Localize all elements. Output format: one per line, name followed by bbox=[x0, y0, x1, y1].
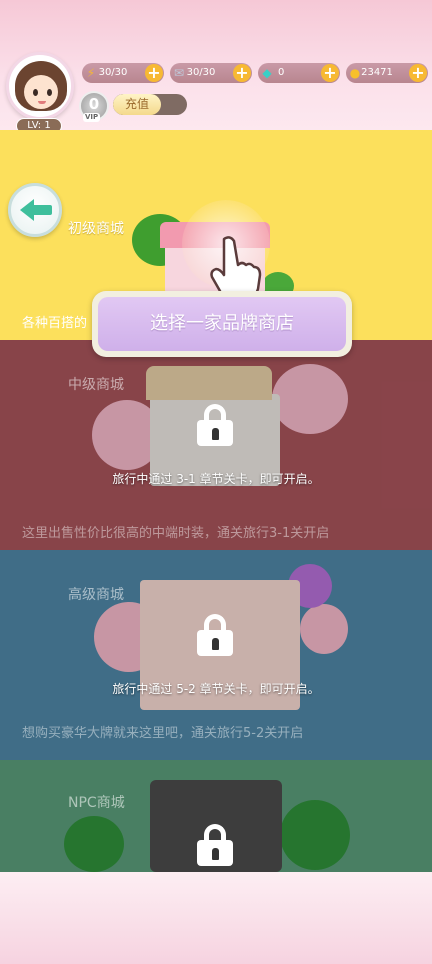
shop-title: 初级商城 bbox=[68, 221, 124, 237]
diamond-counter: ◆ 0 + bbox=[258, 63, 340, 83]
add-ticket-button[interactable]: + bbox=[233, 64, 251, 82]
recharge-label: 充值 bbox=[113, 94, 161, 115]
back-button[interactable] bbox=[8, 183, 62, 237]
lock-icon bbox=[197, 614, 233, 656]
select-brand-shop-label: 选择一家品牌商店 bbox=[98, 297, 346, 351]
shop-panel-npc[interactable]: NPC商城 bbox=[0, 760, 432, 872]
shop-title: 中级商城 bbox=[68, 377, 124, 393]
select-brand-shop-button[interactable]: 选择一家品牌商店 bbox=[92, 291, 352, 357]
lock-icon bbox=[197, 404, 233, 446]
avatar-eye-right bbox=[47, 89, 52, 96]
avatar-eye-left bbox=[33, 89, 38, 96]
shop-title: NPC商城 bbox=[68, 795, 125, 811]
ticket-counter: ✉ 30/30 + bbox=[170, 63, 252, 83]
shop-description: 想购买豪华大牌就来这里吧，通关旅行5-2关开启 bbox=[22, 726, 304, 741]
diamond-icon: ◆ bbox=[262, 66, 272, 80]
vip-level: 0 bbox=[88, 95, 100, 113]
bottom-decoration bbox=[0, 872, 432, 964]
gold-value: 23471 bbox=[361, 67, 393, 78]
recharge-button[interactable]: 充值 bbox=[113, 94, 187, 115]
unlock-hint: 旅行中通过 5-2 章节关卡，即可开启。 bbox=[112, 682, 320, 696]
shop-description: 这里出售性价比很高的中端时装，通关旅行3-1关开启 bbox=[22, 526, 330, 541]
shop-description: 各种百搭的 bbox=[22, 316, 88, 331]
lock-icon bbox=[197, 824, 233, 866]
add-gold-button[interactable]: + bbox=[409, 64, 427, 82]
diamond-value: 0 bbox=[278, 67, 285, 78]
energy-value: 30/30 bbox=[98, 67, 128, 78]
unlock-hint: 旅行中通过 3-1 章节关卡，即可开启。 bbox=[112, 472, 320, 486]
avatar[interactable] bbox=[6, 52, 74, 120]
vip-label: VIP bbox=[83, 113, 101, 122]
vip-badge[interactable]: 0 VIP bbox=[79, 91, 109, 122]
add-energy-button[interactable]: + bbox=[145, 64, 163, 82]
shop-panel-intermediate[interactable]: 中级商城 旅行中通过 3-1 章节关卡，即可开启。 这里出售性价比很高的中端时装… bbox=[0, 340, 432, 550]
shop-title: 高级商城 bbox=[68, 587, 124, 603]
ticket-value: 30/30 bbox=[186, 67, 216, 78]
add-diamond-button[interactable]: + bbox=[321, 64, 339, 82]
gold-counter: ● 23471 + bbox=[346, 63, 428, 83]
energy-counter: ⚡ 30/30 + bbox=[82, 63, 164, 83]
top-bar: LV: 1 ⚡ 30/30 + ✉ 30/30 + ◆ 0 + ● 23471 … bbox=[0, 0, 432, 134]
shop-panel-advanced[interactable]: 高级商城 旅行中通过 5-2 章节关卡，即可开启。 想购买豪华大牌就来这里吧，通… bbox=[0, 550, 432, 760]
